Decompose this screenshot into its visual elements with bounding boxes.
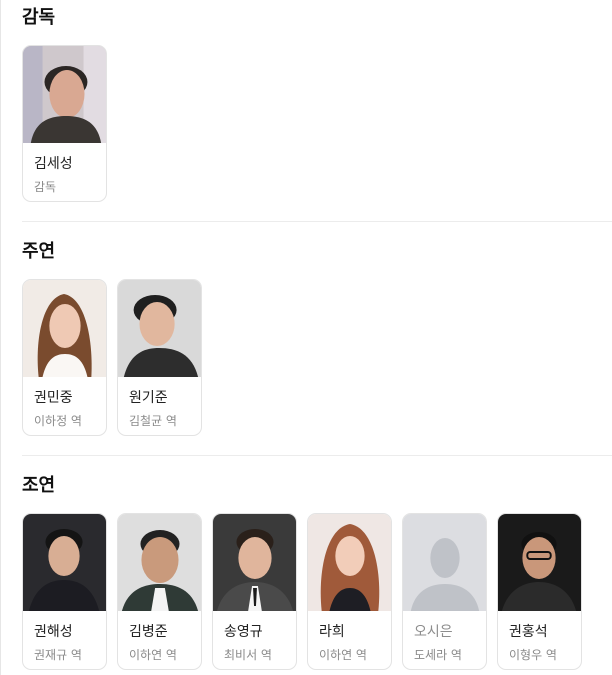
card-list: 권해성 권재규 역 김병준 이하연 역 송영규 최비서 역 라희 이하연 역 오… [22,513,612,670]
person-name: 오시은 [414,624,453,640]
person-role: 감독 [34,180,57,194]
section-lead-cast: 주연 권민중 이하정 역 원기준 김철균 역 [22,240,612,436]
person-card[interactable]: 권민중 이하정 역 [22,279,107,436]
person-photo [213,514,296,611]
person-name: 원기준 [129,390,168,406]
person-card[interactable]: 김병준 이하연 역 [117,513,202,670]
section-divider [22,455,612,456]
person-role: 최비서 역 [224,648,272,662]
person-role: 이하정 역 [34,414,82,428]
person-role: 도세라 역 [414,648,462,662]
person-photo [498,514,581,611]
person-photo [308,514,391,611]
person-name: 권홍석 [509,624,548,640]
person-card[interactable]: 권해성 권재규 역 [22,513,107,670]
person-name: 김세성 [34,156,73,172]
card-list: 권민중 이하정 역 원기준 김철균 역 [22,279,612,436]
person-role: 권재규 역 [34,648,82,662]
section-director: 감독 김세성 감독 [22,6,612,202]
section-supporting-cast: 조연 권해성 권재규 역 김병준 이하연 역 송영규 최비서 역 라희 이하연 … [22,474,612,670]
person-photo [23,46,106,143]
person-role: 이하연 역 [319,648,367,662]
person-card[interactable]: 오시은 도세라 역 [402,513,487,670]
person-name: 김병준 [129,624,168,640]
person-role: 김철균 역 [129,414,177,428]
person-card[interactable]: 원기준 김철균 역 [117,279,202,436]
section-title: 주연 [22,241,56,262]
person-card[interactable]: 송영규 최비서 역 [212,513,297,670]
person-name: 라희 [319,624,345,640]
person-role: 이형우 역 [509,648,557,662]
person-photo [118,514,201,611]
section-title: 감독 [22,7,56,28]
person-role: 이하연 역 [129,648,177,662]
person-card[interactable]: 라희 이하연 역 [307,513,392,670]
person-photo [23,514,106,611]
left-border [0,0,1,675]
card-list: 김세성 감독 [22,45,612,202]
person-name: 권해성 [34,624,73,640]
section-title: 조연 [22,475,56,496]
person-photo [23,280,106,377]
default-avatar-placeholder [403,514,486,611]
section-divider [22,221,612,222]
person-card[interactable]: 권홍석 이형우 역 [497,513,582,670]
person-name: 송영규 [224,624,263,640]
person-photo [118,280,201,377]
person-card[interactable]: 김세성 감독 [22,45,107,202]
person-name: 권민중 [34,390,73,406]
